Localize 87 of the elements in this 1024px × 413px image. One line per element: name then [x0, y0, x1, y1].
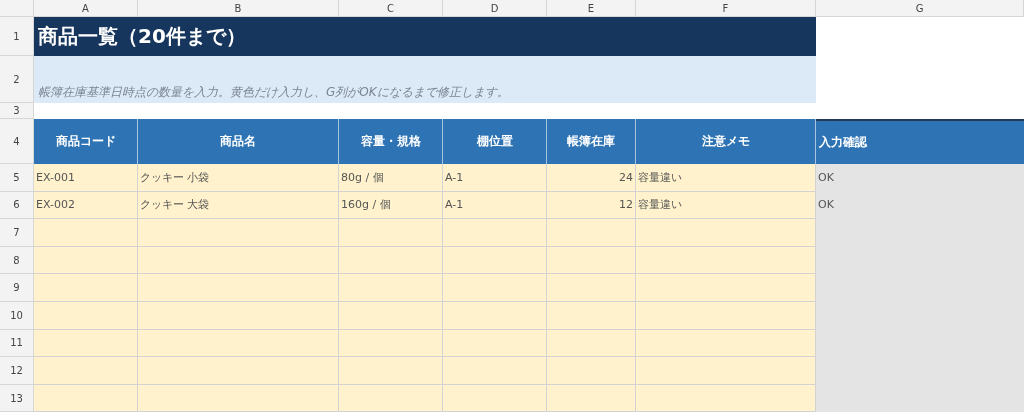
row-number[interactable]: 5	[0, 164, 34, 192]
column-heading: 容量・規格	[339, 119, 443, 164]
check-cell[interactable]	[816, 384, 1024, 413]
instruction-note: 帳簿在庫基準日時点の数量を入力。黄色だけ入力し、G列がOKになるまで修正します。	[34, 56, 816, 103]
row-number[interactable]: 3	[0, 103, 34, 119]
input-cell[interactable]	[34, 246, 138, 275]
input-cell[interactable]	[339, 219, 443, 247]
row-number[interactable]: 10	[0, 301, 34, 330]
input-cell[interactable]: クッキー 小袋	[138, 164, 339, 192]
column-heading: 帳簿在庫	[547, 119, 636, 164]
row-number[interactable]: 9	[0, 274, 34, 302]
row-number[interactable]: 1	[0, 17, 34, 56]
column-heading: 入力確認	[816, 119, 1024, 164]
input-cell[interactable]	[339, 246, 443, 275]
input-cell[interactable]	[443, 357, 547, 385]
column-heading: 注意メモ	[636, 119, 816, 164]
column-header[interactable]: F	[636, 0, 816, 17]
input-cell[interactable]	[636, 384, 816, 413]
input-cell[interactable]	[138, 219, 339, 247]
column-heading: 商品コード	[34, 119, 138, 164]
input-cell[interactable]: 24	[547, 164, 636, 192]
column-heading: 棚位置	[443, 119, 547, 164]
input-cell[interactable]	[138, 274, 339, 302]
row-number[interactable]: 4	[0, 119, 34, 164]
column-header[interactable]: G	[816, 0, 1024, 17]
row-number[interactable]: 7	[0, 219, 34, 247]
input-cell[interactable]	[636, 274, 816, 302]
column-header[interactable]: D	[443, 0, 547, 17]
check-cell[interactable]: OK	[816, 164, 1024, 192]
row-number[interactable]: 2	[0, 56, 34, 103]
input-cell[interactable]	[339, 384, 443, 413]
input-cell[interactable]	[138, 246, 339, 275]
input-cell[interactable]	[443, 329, 547, 358]
input-cell[interactable]	[636, 329, 816, 358]
column-header[interactable]: E	[547, 0, 636, 17]
input-cell[interactable]: A-1	[443, 164, 547, 192]
input-cell[interactable]	[339, 357, 443, 385]
input-cell[interactable]: 160g / 個	[339, 191, 443, 220]
input-cell[interactable]	[34, 301, 138, 330]
column-header[interactable]: C	[339, 0, 443, 17]
input-cell[interactable]	[547, 301, 636, 330]
input-cell[interactable]	[636, 301, 816, 330]
input-cell[interactable]: EX-002	[34, 191, 138, 220]
input-cell[interactable]	[547, 274, 636, 302]
input-cell[interactable]	[443, 219, 547, 247]
input-cell[interactable]: 容量違い	[636, 164, 816, 192]
input-cell[interactable]	[636, 246, 816, 275]
select-all-corner[interactable]	[0, 0, 34, 17]
input-cell[interactable]: クッキー 大袋	[138, 191, 339, 220]
input-cell[interactable]	[34, 219, 138, 247]
input-cell[interactable]	[636, 219, 816, 247]
input-cell[interactable]	[138, 301, 339, 330]
row-number[interactable]: 8	[0, 246, 34, 275]
input-cell[interactable]	[547, 246, 636, 275]
input-cell[interactable]	[34, 384, 138, 413]
input-cell[interactable]	[138, 357, 339, 385]
input-cell[interactable]	[339, 329, 443, 358]
input-cell[interactable]: 80g / 個	[339, 164, 443, 192]
check-cell[interactable]: OK	[816, 191, 1024, 220]
input-cell[interactable]	[443, 301, 547, 330]
input-cell[interactable]	[34, 274, 138, 302]
input-cell[interactable]	[547, 219, 636, 247]
column-header[interactable]: B	[138, 0, 339, 17]
input-cell[interactable]	[636, 357, 816, 385]
sheet-title: 商品一覧（20件まで）	[34, 17, 816, 56]
column-header[interactable]: A	[34, 0, 138, 17]
input-cell[interactable]: EX-001	[34, 164, 138, 192]
input-cell[interactable]	[443, 246, 547, 275]
input-cell[interactable]	[547, 384, 636, 413]
input-cell[interactable]	[547, 329, 636, 358]
input-cell[interactable]	[34, 329, 138, 358]
input-cell[interactable]	[547, 357, 636, 385]
input-cell[interactable]	[443, 384, 547, 413]
input-cell[interactable]	[138, 329, 339, 358]
column-heading: 商品名	[138, 119, 339, 164]
input-cell[interactable]: 容量違い	[636, 191, 816, 220]
input-cell[interactable]	[339, 301, 443, 330]
input-cell[interactable]	[339, 274, 443, 302]
row-number[interactable]: 6	[0, 191, 34, 220]
input-cell[interactable]: 12	[547, 191, 636, 220]
row-number[interactable]: 11	[0, 329, 34, 358]
row-number[interactable]: 13	[0, 384, 34, 413]
input-cell[interactable]	[34, 357, 138, 385]
input-cell[interactable]	[138, 384, 339, 413]
input-cell[interactable]	[443, 274, 547, 302]
input-cell[interactable]: A-1	[443, 191, 547, 220]
row-number[interactable]: 12	[0, 357, 34, 385]
